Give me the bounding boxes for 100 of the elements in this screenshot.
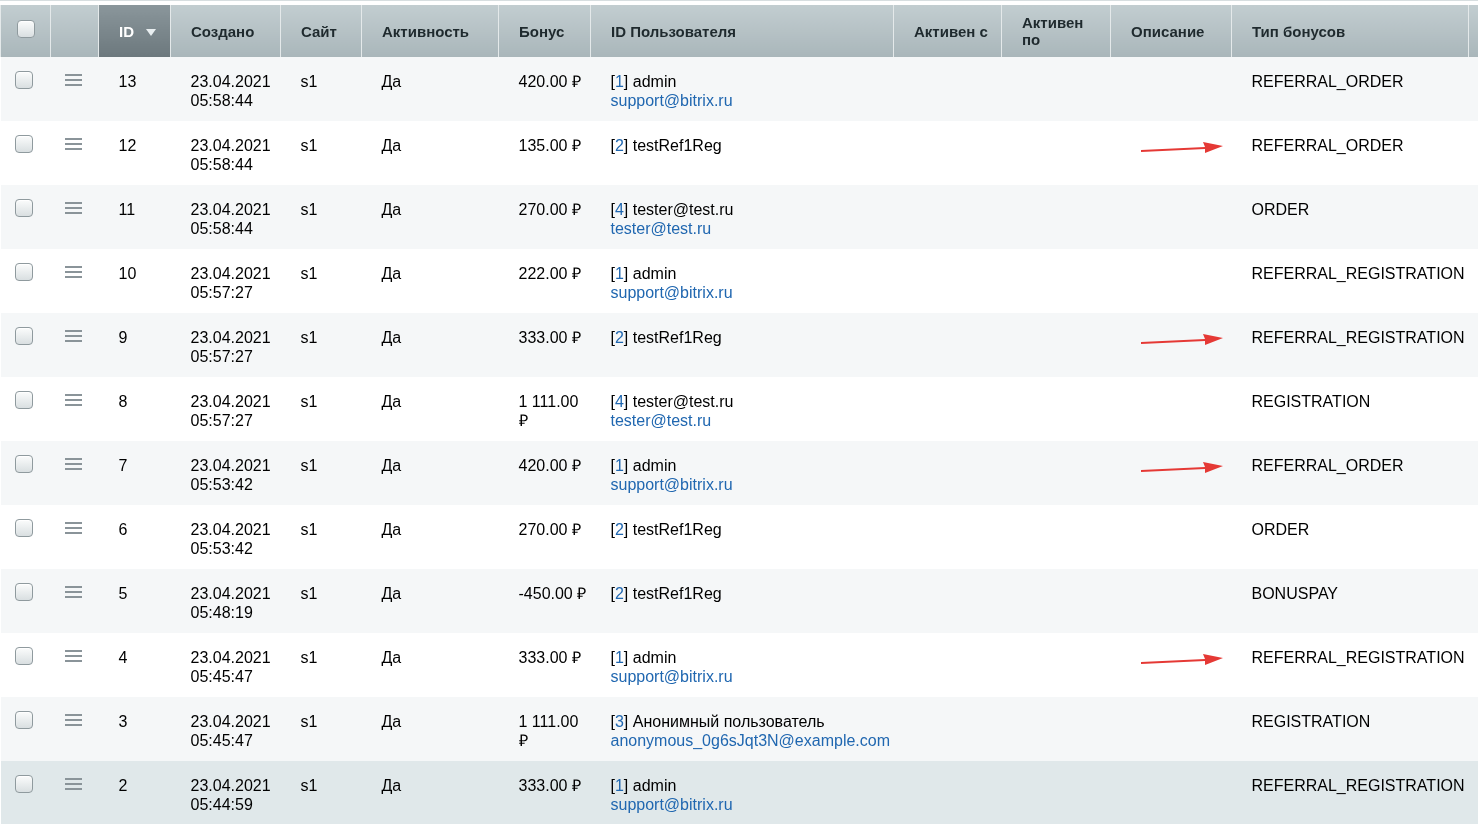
table-cell: ORDER: [1251, 521, 1310, 538]
email-link[interactable]: support@bitrix.ru: [610, 284, 733, 301]
table-cell: 23.04.2021 05:57:27: [190, 265, 271, 301]
email-link[interactable]: tester@test.ru: [610, 220, 712, 237]
menu-icon[interactable]: [64, 714, 82, 727]
table-row[interactable]: 9 23.04.2021 05:57:27 s1 Да 333.00 ₽ [2] testRef1Reg REFERRAL_REGISTRATION: [0, 313, 1478, 377]
email-link[interactable]: tester@test.ru: [610, 412, 712, 429]
table-row[interactable]: 4 23.04.2021 05:45:47 s1 Да 333.00 ₽ [1] admin support@bitrix.ru REFERRAL_REGISTRATION: [0, 633, 1478, 697]
column-header[interactable]: Активен по: [1001, 5, 1111, 57]
row-checkbox[interactable]: [14, 519, 33, 537]
table-row[interactable]: 10 23.04.2021 05:57:27 s1 Да 222.00 ₽ [1] admin support@bitrix.ru REFERRAL_REGISTRATION: [0, 249, 1478, 313]
table-cell: 23.04.2021 05:48:19: [190, 585, 271, 621]
table-cell: s1: [300, 329, 318, 346]
row-checkbox[interactable]: [14, 455, 33, 473]
table-cell: 333.00 ₽: [518, 777, 581, 794]
table-cell: s1: [300, 777, 318, 794]
user-id-link[interactable]: 3: [614, 713, 624, 730]
column-header[interactable]: Создано: [170, 5, 281, 57]
row-checkbox[interactable]: [14, 711, 33, 729]
column-header[interactable]: Описание: [1110, 5, 1232, 57]
table-cell: 1 111.00 ₽: [518, 393, 579, 429]
table-cell: Да: [381, 713, 402, 730]
menu-icon[interactable]: [64, 778, 82, 791]
column-header[interactable]: Сайт: [280, 5, 362, 57]
table-cell: Да: [381, 585, 402, 602]
user-label: [4] tester@test.ru: [610, 201, 734, 218]
user-id-link[interactable]: 1: [614, 777, 624, 794]
column-header[interactable]: Активность: [361, 5, 499, 57]
menu-icon[interactable]: [64, 266, 82, 279]
menu-icon[interactable]: [64, 202, 82, 215]
table-cell: 23.04.2021 05:45:47: [190, 649, 271, 685]
user-id-link[interactable]: 2: [614, 137, 624, 154]
table-row[interactable]: 3 23.04.2021 05:45:47 s1 Да 1 111.00 ₽ [3] Анонимный пользователь anonymous_0g6sJqt3N@example.com REGISTRATION: [0, 697, 1478, 761]
table-cell: 222.00 ₽: [518, 265, 581, 282]
email-link[interactable]: support@bitrix.ru: [610, 796, 733, 813]
table-cell: 135.00 ₽: [518, 137, 581, 154]
row-checkbox[interactable]: [14, 135, 33, 153]
table-row[interactable]: 11 23.04.2021 05:58:44 s1 Да 270.00 ₽ [4] tester@test.ru tester@test.ru ORDER: [0, 185, 1478, 249]
user-id-link[interactable]: 1: [614, 457, 624, 474]
table-cell: 270.00 ₽: [518, 201, 581, 218]
row-checkbox[interactable]: [14, 583, 33, 601]
user-label: [1] admin: [610, 777, 677, 794]
menu-icon[interactable]: [64, 586, 82, 599]
menu-icon[interactable]: [64, 458, 82, 471]
menu-icon[interactable]: [64, 330, 82, 343]
table-row[interactable]: 7 23.04.2021 05:53:42 s1 Да 420.00 ₽ [1] admin support@bitrix.ru REFERRAL_ORDER: [0, 441, 1478, 505]
row-checkbox[interactable]: [14, 391, 33, 409]
column-header[interactable]: Бонус: [498, 5, 591, 57]
table-cell: 5: [118, 585, 128, 602]
table-cell: 23.04.2021 05:53:42: [190, 521, 271, 557]
email-link[interactable]: support@bitrix.ru: [610, 668, 733, 685]
email-link[interactable]: support@bitrix.ru: [610, 92, 733, 109]
menu-icon[interactable]: [64, 74, 82, 87]
table-row[interactable]: 12 23.04.2021 05:58:44 s1 Да 135.00 ₽ [2] testRef1Reg REFERRAL_ORDER: [0, 121, 1478, 185]
row-checkbox[interactable]: [14, 263, 33, 281]
table-row[interactable]: 13 23.04.2021 05:58:44 s1 Да 420.00 ₽ [1] admin support@bitrix.ru REFERRAL_ORDER: [0, 57, 1478, 121]
user-id-link[interactable]: 4: [614, 393, 624, 410]
user-label: [1] admin: [610, 73, 677, 90]
column-header[interactable]: ID Пользователя: [590, 5, 894, 57]
table-cell: s1: [300, 713, 318, 730]
table-row[interactable]: 5 23.04.2021 05:48:19 s1 Да -450.00 ₽ [2] testRef1Reg BONUSPAY: [0, 569, 1478, 633]
user-id-link[interactable]: 2: [614, 585, 624, 602]
menu-icon[interactable]: [64, 394, 82, 407]
table-row[interactable]: 8 23.04.2021 05:57:27 s1 Да 1 111.00 ₽ [4] tester@test.ru tester@test.ru REGISTRATION: [0, 377, 1478, 441]
user-id-link[interactable]: 2: [614, 329, 624, 346]
table-cell: REFERRAL_REGISTRATION: [1251, 265, 1465, 282]
user-label: [4] tester@test.ru: [610, 393, 734, 410]
user-id-link[interactable]: 4: [614, 201, 624, 218]
user-id-link[interactable]: 1: [614, 649, 624, 666]
table-cell: 13: [118, 73, 137, 90]
row-checkbox[interactable]: [14, 71, 33, 89]
table-cell: 8: [118, 393, 128, 410]
menu-icon[interactable]: [64, 138, 82, 151]
row-checkbox[interactable]: [14, 775, 33, 793]
user-id-link[interactable]: 2: [614, 521, 624, 538]
row-checkbox[interactable]: [14, 647, 33, 665]
table-row[interactable]: 6 23.04.2021 05:53:42 s1 Да 270.00 ₽ [2] testRef1Reg ORDER: [0, 505, 1478, 569]
table-cell: REGISTRATION: [1251, 713, 1371, 730]
table-cell: s1: [300, 585, 318, 602]
table-cell: Да: [381, 329, 402, 346]
column-header[interactable]: Активен с: [893, 5, 1002, 57]
table-cell: s1: [300, 457, 318, 474]
table-cell: s1: [300, 521, 318, 538]
row-checkbox[interactable]: [14, 327, 33, 345]
email-link[interactable]: support@bitrix.ru: [610, 476, 733, 493]
column-header[interactable]: ID: [98, 5, 171, 57]
sort-down-icon: [146, 29, 156, 37]
user-id-link[interactable]: 1: [614, 265, 624, 282]
menu-icon[interactable]: [64, 650, 82, 663]
email-link[interactable]: anonymous_0g6sJqt3N@example.com: [610, 732, 890, 749]
menu-icon[interactable]: [64, 522, 82, 535]
user-id-link[interactable]: 1: [614, 73, 624, 90]
row-checkbox[interactable]: [14, 199, 33, 217]
user-label: [2] testRef1Reg: [610, 585, 722, 602]
column-header[interactable]: Тип бонусов: [1231, 5, 1469, 57]
table-cell: 333.00 ₽: [518, 329, 581, 346]
table-cell: Да: [381, 521, 402, 538]
table-cell: REFERRAL_REGISTRATION: [1251, 649, 1465, 666]
table-cell: 7: [118, 457, 128, 474]
select-all-checkbox[interactable]: [17, 20, 35, 38]
